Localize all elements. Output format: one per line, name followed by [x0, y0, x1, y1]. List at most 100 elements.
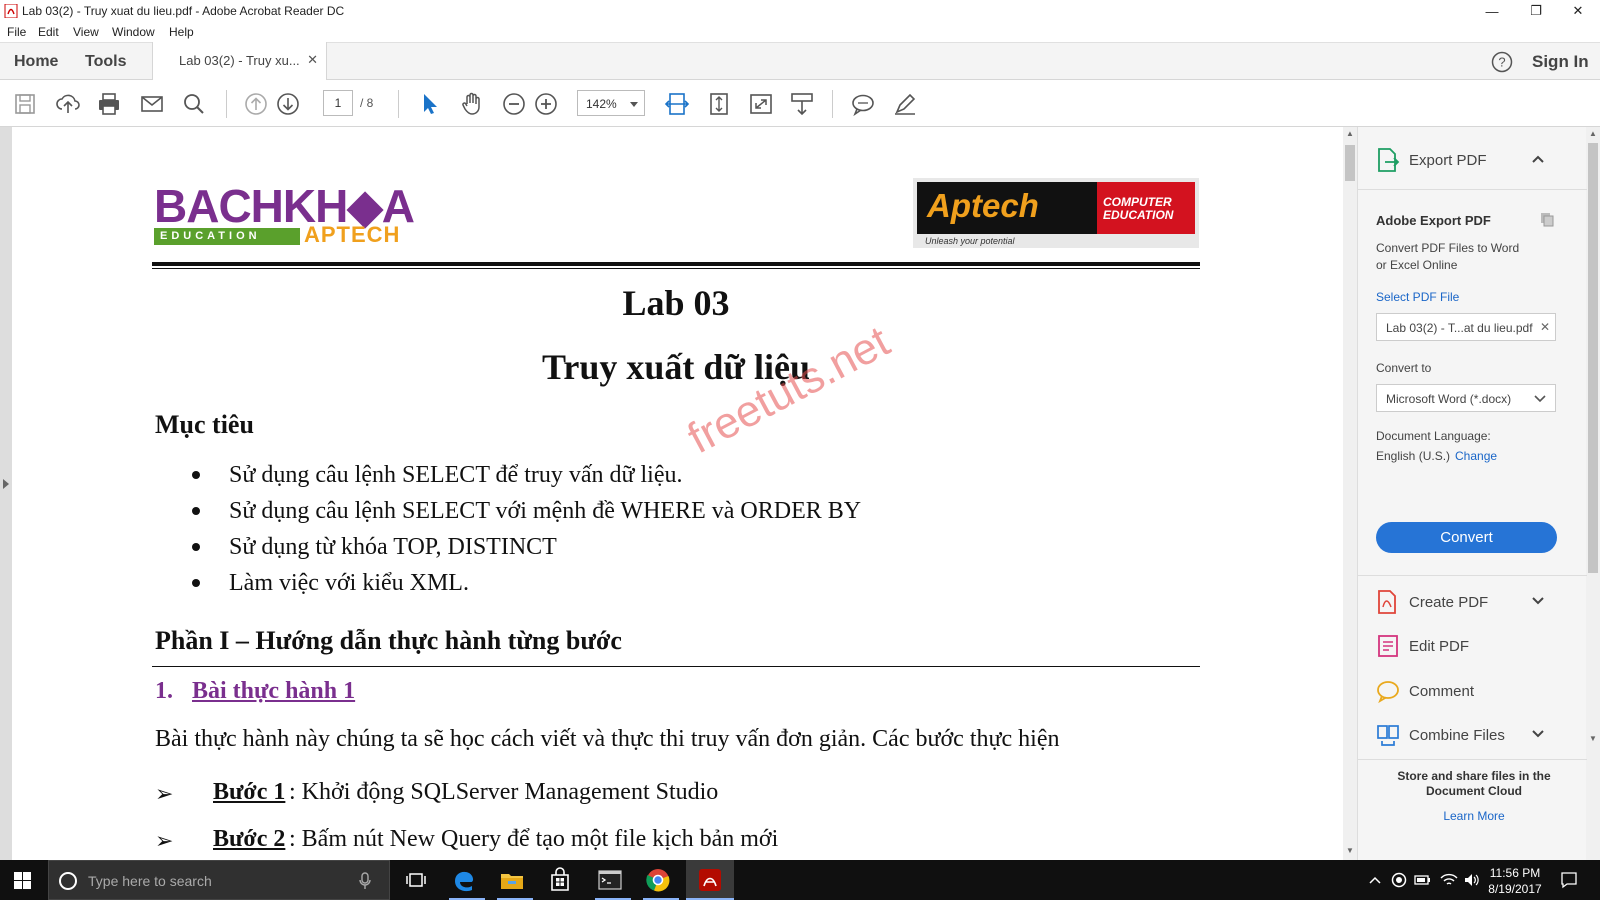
menu-window[interactable]: Window: [112, 25, 155, 39]
scroll-mode-icon[interactable]: [789, 91, 815, 117]
taskbar-search-box[interactable]: Type here to search: [48, 860, 390, 900]
document-language-value: English (U.S.): [1376, 449, 1451, 463]
clock-time[interactable]: 11:56 PM: [1480, 866, 1550, 880]
battery-icon[interactable]: [1414, 873, 1432, 887]
full-screen-icon[interactable]: [748, 91, 774, 117]
scroll-down-icon[interactable]: ▼: [1586, 734, 1600, 743]
chrome-icon[interactable]: [644, 866, 672, 894]
chevron-down-icon: [1534, 395, 1546, 403]
selected-file-field[interactable]: Lab 03(2) - T...at du lieu.pdf ✕: [1376, 313, 1556, 341]
copy-icon[interactable]: [1539, 211, 1555, 227]
menu-edit[interactable]: Edit: [38, 25, 59, 39]
edge-browser-icon[interactable]: [450, 866, 478, 894]
combine-files-tool[interactable]: Combine Files: [1376, 722, 1576, 752]
help-icon[interactable]: ?: [1491, 51, 1513, 73]
hand-tool-icon[interactable]: [459, 91, 485, 117]
save-icon[interactable]: [12, 91, 38, 117]
tools-pane: ▲ ▼ Export PDF Adobe Export PDF Convert …: [1357, 127, 1600, 860]
microphone-icon[interactable]: [359, 872, 371, 890]
export-pdf-header[interactable]: Export PDF: [1376, 147, 1576, 177]
change-language-link[interactable]: Change: [1455, 449, 1497, 463]
arrow-bullet-icon: ➢: [155, 781, 174, 806]
email-icon[interactable]: [139, 91, 165, 117]
left-panel-toggle-icon[interactable]: [3, 479, 9, 489]
arrow-bullet-icon: ➢: [155, 828, 174, 853]
zoom-value: 142%: [586, 97, 617, 111]
document-title: Lab 03: [622, 283, 730, 323]
select-tool-icon[interactable]: [417, 91, 443, 117]
clock-date[interactable]: 8/19/2017: [1480, 882, 1550, 896]
wifi-icon[interactable]: [1440, 872, 1458, 888]
zoom-out-icon[interactable]: [501, 91, 527, 117]
chevron-down-icon: [630, 102, 638, 107]
record-icon[interactable]: [1391, 872, 1407, 888]
select-pdf-file-link[interactable]: Select PDF File: [1376, 290, 1459, 304]
command-prompt-icon[interactable]: [596, 866, 624, 894]
close-tab-icon[interactable]: ✕: [307, 52, 318, 68]
fit-width-icon[interactable]: [664, 91, 690, 117]
menu-view[interactable]: View: [73, 25, 99, 39]
scroll-up-icon[interactable]: ▲: [1586, 129, 1600, 138]
action-center-icon[interactable]: [1560, 871, 1578, 889]
highlight-pen-icon[interactable]: [892, 91, 918, 117]
task-view-icon[interactable]: [402, 866, 430, 894]
minimize-button[interactable]: —: [1470, 0, 1514, 22]
page-number-input[interactable]: [323, 90, 353, 116]
chevron-up-icon[interactable]: [1531, 154, 1545, 164]
sign-in-link[interactable]: Sign In: [1532, 52, 1589, 72]
cortana-icon: [59, 872, 77, 890]
title-bar: Lab 03(2) - Truy xuat du lieu.pdf - Adob…: [0, 0, 1600, 22]
menu-file[interactable]: File: [7, 25, 26, 39]
comment-icon[interactable]: [850, 91, 876, 117]
export-pdf-icon: [1378, 148, 1400, 172]
tab-document[interactable]: Lab 03(2) - Truy xu... ✕: [152, 42, 327, 81]
menu-help[interactable]: Help: [169, 25, 194, 39]
comment-tool[interactable]: Comment: [1376, 678, 1576, 708]
svg-text:?: ?: [1498, 55, 1505, 70]
zoom-select[interactable]: 142%: [577, 90, 645, 116]
scroll-up-icon[interactable]: ▲: [1343, 129, 1357, 138]
previous-page-icon[interactable]: [243, 91, 269, 117]
convert-button[interactable]: Convert: [1376, 522, 1557, 553]
scroll-down-icon[interactable]: ▼: [1343, 846, 1357, 855]
search-icon[interactable]: [181, 91, 207, 117]
fit-page-icon[interactable]: [706, 91, 732, 117]
exercise-title-link[interactable]: Bài thực hành 1: [192, 678, 355, 705]
page-total: / 8: [360, 96, 374, 110]
chevron-up-icon[interactable]: [1369, 875, 1381, 885]
store-icon[interactable]: [546, 866, 574, 894]
upload-cloud-icon[interactable]: [55, 91, 81, 117]
chevron-down-icon[interactable]: [1531, 729, 1545, 739]
scrollbar-thumb[interactable]: [1345, 145, 1355, 181]
comment-bubble-icon: [1377, 681, 1399, 704]
tab-bar: Home Tools Lab 03(2) - Truy xu... ✕ ? Si…: [0, 42, 1600, 81]
document-tab-label: Lab 03(2) - Truy xu...: [179, 53, 300, 68]
acrobat-taskbar-button[interactable]: [686, 860, 734, 900]
clear-file-icon[interactable]: ✕: [1540, 320, 1550, 334]
tab-home[interactable]: Home: [14, 53, 58, 71]
part1-heading: Phần I – Hướng dẫn thực hành từng bước: [155, 626, 622, 655]
tools-pane-scrollbar[interactable]: ▲ ▼: [1586, 127, 1600, 860]
windows-start-icon[interactable]: [14, 872, 31, 889]
menu-bar: File Edit View Window Help: [0, 22, 1600, 42]
convert-to-select[interactable]: Microsoft Word (*.docx): [1376, 384, 1556, 412]
edit-pdf-tool[interactable]: Edit PDF: [1376, 633, 1576, 663]
scrollbar-thumb[interactable]: [1588, 143, 1598, 573]
next-page-icon[interactable]: [275, 91, 301, 117]
close-window-button[interactable]: ✕: [1556, 0, 1600, 22]
exercise-intro: Bài thực hành này chúng ta sẽ học cách v…: [155, 726, 1060, 752]
print-icon[interactable]: [96, 91, 122, 117]
chevron-down-icon[interactable]: [1531, 596, 1545, 606]
header-rule-thin: [152, 268, 1200, 269]
create-pdf-tool[interactable]: Create PDF: [1376, 589, 1576, 619]
convert-to-label: Convert to: [1376, 361, 1432, 375]
objectives-heading: Mục tiêu: [155, 410, 254, 439]
file-explorer-icon[interactable]: [498, 866, 526, 894]
document-subtitle: Truy xuất dữ liệu: [542, 347, 810, 387]
tab-tools[interactable]: Tools: [85, 53, 126, 71]
zoom-in-icon[interactable]: [533, 91, 559, 117]
volume-icon[interactable]: [1463, 872, 1481, 888]
maximize-button[interactable]: ❐: [1514, 0, 1558, 22]
learn-more-link[interactable]: Learn More: [1376, 809, 1572, 823]
document-scrollbar[interactable]: ▲ ▼: [1343, 127, 1357, 860]
